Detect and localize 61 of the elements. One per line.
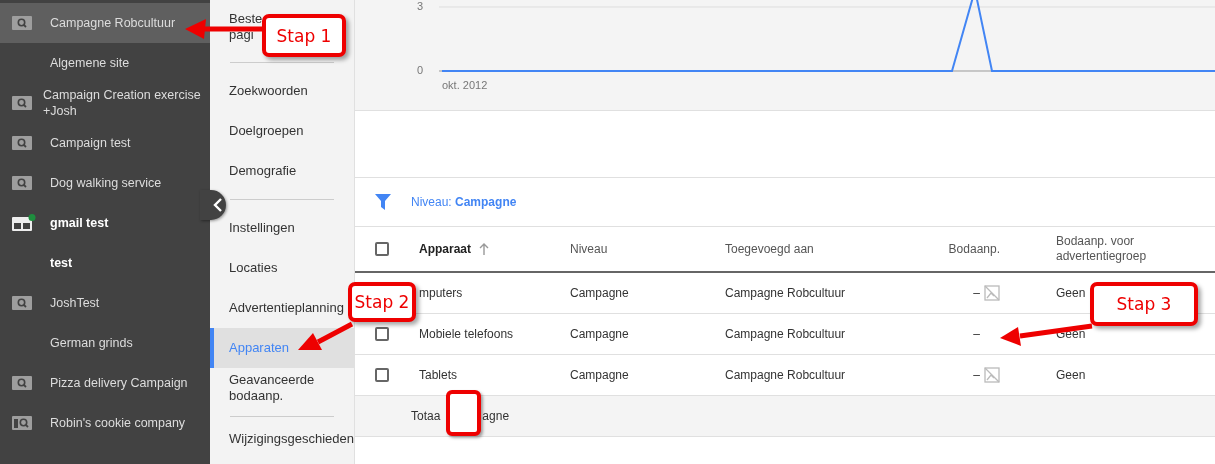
account-item[interactable]: Robin's cookie company bbox=[0, 403, 210, 443]
search-icon bbox=[12, 296, 32, 310]
table-cell: – bbox=[973, 286, 980, 300]
column-header[interactable]: Niveau bbox=[570, 242, 725, 256]
row-checkbox[interactable] bbox=[375, 368, 389, 382]
callout-tooltip: Stap 2 bbox=[348, 282, 416, 322]
table-cell-text: mputers bbox=[419, 286, 464, 300]
table-cell-text: Campagne bbox=[570, 327, 630, 341]
account-item[interactable]: Campaign test bbox=[0, 123, 210, 163]
filter-icon[interactable] bbox=[375, 194, 391, 210]
menu-item[interactable]: Zoekwoorden bbox=[210, 71, 354, 111]
axis-label: 0 bbox=[417, 64, 424, 76]
account-item[interactable]: Algemene site bbox=[0, 43, 210, 83]
column-header[interactable]: Bodaanp. bbox=[930, 242, 1000, 256]
total-label: Totaa bbox=[411, 409, 441, 423]
filter-label[interactable]: Niveau: Campagne bbox=[411, 195, 517, 209]
table-cell-text: Campagne Robcultuur bbox=[725, 286, 847, 300]
account-item[interactable]: German grinds bbox=[0, 323, 210, 363]
callout-tooltip: Stap 1 bbox=[262, 14, 346, 57]
account-item[interactable]: Pizza delivery Campaign bbox=[0, 363, 210, 403]
column-header[interactable]: Bodaanp. voor advertentiegroep bbox=[1000, 234, 1215, 264]
table-cell-text: Geen bbox=[1055, 367, 1087, 383]
chevron-left-icon bbox=[213, 198, 223, 212]
axis-label: 3 bbox=[417, 0, 424, 12]
account-item[interactable]: gmail test bbox=[0, 203, 210, 243]
search-icon bbox=[12, 96, 32, 110]
menu-item[interactable]: Demografie bbox=[210, 151, 354, 191]
display-icon bbox=[12, 214, 36, 231]
menu-item[interactable]: Doelgroepen bbox=[210, 111, 354, 151]
account-item[interactable]: Campagne Robcultuur bbox=[0, 3, 210, 43]
table-cell-text: Campagne Robcultuur bbox=[725, 327, 847, 341]
page-search-icon bbox=[12, 416, 32, 430]
axis-label: okt. 2012 bbox=[442, 79, 488, 91]
search-icon bbox=[12, 376, 32, 390]
table-cell: – bbox=[973, 368, 980, 382]
table-cell-text: Tablets bbox=[419, 368, 459, 382]
callout-tooltip: Stap 3 bbox=[1090, 282, 1198, 326]
table-cell-text: Campagne bbox=[570, 286, 630, 300]
menu-item[interactable]: Geavanceerde bodaanp. bbox=[210, 368, 354, 408]
account-item[interactable]: Campaign Creation exercise +Josh bbox=[0, 83, 210, 123]
total-label: agne bbox=[482, 409, 510, 423]
menu-item[interactable]: Wijzigingsgeschieden bbox=[210, 425, 354, 453]
table-cell-text: Geen bbox=[1055, 285, 1087, 301]
search-icon bbox=[12, 16, 32, 30]
table-cell-text: Campagne bbox=[570, 368, 630, 382]
table-cell: – bbox=[973, 327, 980, 341]
table-cell-text: Mobiele telefoons bbox=[419, 327, 515, 341]
account-item[interactable]: JoshTest bbox=[0, 283, 210, 323]
table-cell-text: Campagne Robcultuur bbox=[725, 368, 847, 382]
sort-up-icon bbox=[479, 243, 489, 255]
select-all-checkbox[interactable] bbox=[375, 242, 389, 256]
search-icon bbox=[12, 176, 32, 190]
menu-item[interactable]: Instellingen bbox=[210, 208, 354, 248]
collapse-button[interactable] bbox=[200, 190, 226, 220]
arrow bbox=[298, 321, 354, 350]
account-item[interactable]: Dog walking service bbox=[0, 163, 210, 203]
account-item[interactable]: test bbox=[0, 243, 210, 283]
search-icon bbox=[12, 136, 32, 150]
column-header[interactable]: Toegevoegd aan bbox=[725, 242, 930, 256]
column-header[interactable]: Apparaat bbox=[419, 242, 570, 256]
row-checkbox[interactable] bbox=[375, 327, 389, 341]
